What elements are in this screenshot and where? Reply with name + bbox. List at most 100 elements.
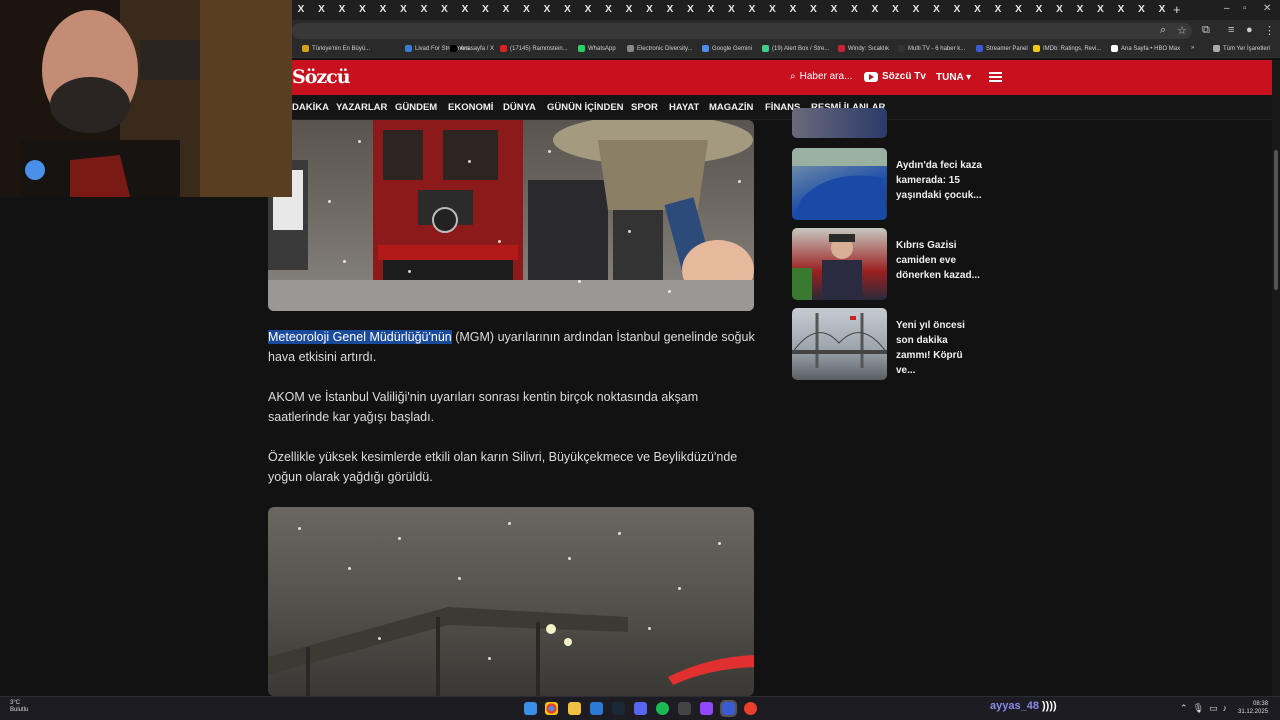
bookmark-item[interactable]: Electronic Diversity... — [627, 45, 693, 52]
bookmark-item[interactable]: Multi TV - 6 haber k... — [898, 45, 965, 52]
bookmark-item[interactable]: (17145) Rammstein... — [500, 45, 568, 52]
file-explorer-icon[interactable] — [568, 702, 581, 715]
browser-tab[interactable]: X — [418, 4, 430, 16]
nav-item[interactable]: SPOR — [631, 102, 658, 113]
bookmark-item[interactable]: (19) Alert Box / Stre... — [762, 45, 829, 52]
browser-tab[interactable]: X — [992, 4, 1004, 16]
browser-tab[interactable]: X — [767, 4, 779, 16]
browser-tab[interactable]: X — [931, 4, 943, 16]
user-menu[interactable]: TUNA ▾ — [936, 72, 971, 83]
bookmark-star-icon[interactable]: ☆ — [1177, 24, 1187, 37]
nav-item[interactable]: DÜNYA — [503, 102, 536, 113]
browser-tab[interactable]: X — [705, 4, 717, 16]
browser-tab[interactable]: X — [869, 4, 881, 16]
streamer-app-icon[interactable] — [720, 700, 737, 717]
browser-tab[interactable]: X — [1156, 4, 1168, 16]
bookmark-item[interactable]: Türkiye'nin En Büyü... — [302, 45, 370, 52]
browser-tab[interactable]: X — [828, 4, 840, 16]
volume-icon[interactable]: ♪ — [1223, 703, 1228, 713]
browser-tab[interactable]: X — [336, 4, 348, 16]
browser-tab[interactable]: X — [1095, 4, 1107, 16]
start-menu-icon[interactable] — [524, 702, 537, 715]
browser-tab[interactable]: X — [459, 4, 471, 16]
site-search[interactable]: ⌕ Haber ara... — [790, 71, 852, 82]
browser-tab[interactable]: X — [644, 4, 656, 16]
browser-tab[interactable]: X — [726, 4, 738, 16]
weather-widget[interactable]: 3°C Bulutlu — [10, 700, 28, 714]
browser-tab[interactable]: X — [972, 4, 984, 16]
steam-icon[interactable] — [612, 702, 625, 715]
browser-tab[interactable]: X — [541, 4, 553, 16]
bookmark-item[interactable]: IMDb: Ratings, Revi... — [1033, 45, 1101, 52]
bookmark-item[interactable]: Google Gemini — [702, 45, 752, 52]
microphone-icon[interactable]: 🎙 — [1193, 703, 1204, 713]
browser-tab[interactable]: X — [1013, 4, 1025, 16]
monitor-icon[interactable]: ▭ — [1209, 703, 1218, 713]
browser-tab[interactable]: X — [685, 4, 697, 16]
bookmark-item[interactable]: Ana Sayfa • HBO Max — [1111, 45, 1180, 52]
browser-tab[interactable]: X — [562, 4, 574, 16]
bookmark-item[interactable]: Tüm Yer İşaretleri — [1213, 45, 1270, 52]
browser-tab[interactable]: X — [500, 4, 512, 16]
menu-kebab-icon[interactable]: ⋮ — [1264, 24, 1275, 37]
bookmark-item[interactable]: WhatsApp — [578, 45, 616, 52]
chrome-profile-icon[interactable] — [744, 702, 757, 715]
browser-tab[interactable]: X — [1054, 4, 1066, 16]
browser-tab[interactable]: X — [439, 4, 451, 16]
edge-icon[interactable] — [590, 702, 603, 715]
minimize-icon[interactable]: – — [1224, 3, 1230, 14]
site-logo[interactable]: Sözcü — [292, 66, 351, 88]
browser-tab[interactable]: X — [295, 4, 307, 16]
address-bar[interactable] — [292, 23, 1192, 39]
browser-tab[interactable]: X — [808, 4, 820, 16]
browser-tab[interactable]: X — [377, 4, 389, 16]
browser-tab[interactable]: X — [521, 4, 533, 16]
discord-icon[interactable] — [634, 702, 647, 715]
bookmark-item[interactable]: Streamer Panel — [976, 45, 1028, 52]
sozcu-tv-link[interactable]: Sözcü Tv — [864, 71, 926, 82]
nav-item[interactable]: EKONOMİ — [448, 102, 493, 113]
browser-tab[interactable]: X — [357, 4, 369, 16]
scrollbar-thumb[interactable] — [1274, 150, 1278, 290]
chevron-up-icon[interactable]: ⌃ — [1180, 703, 1188, 713]
app-icon[interactable] — [678, 702, 691, 715]
nav-item[interactable]: HAYAT — [669, 102, 699, 113]
chrome-icon[interactable] — [545, 702, 558, 715]
zoom-icon[interactable]: ⌕ — [1160, 24, 1166, 37]
spotify-icon[interactable] — [656, 702, 669, 715]
bookmark-item[interactable]: Anasayfa / X — [450, 45, 494, 52]
media-icon[interactable]: ≡ — [1228, 24, 1234, 36]
sidebar-news-item-partial[interactable] — [792, 108, 982, 138]
browser-tab[interactable]: X — [951, 4, 963, 16]
system-tray[interactable]: ⌃ 🎙 ▭ ♪ — [1180, 703, 1227, 714]
browser-tab[interactable]: X — [582, 4, 594, 16]
browser-tab[interactable]: X — [1033, 4, 1045, 16]
browser-tab[interactable]: X — [398, 4, 410, 16]
browser-tab[interactable]: X — [1115, 4, 1127, 16]
extensions-icon[interactable]: ⧉ — [1202, 24, 1210, 37]
nav-item[interactable]: MAGAZİN — [709, 102, 753, 113]
browser-tab[interactable]: X — [316, 4, 328, 16]
browser-tab[interactable]: X — [480, 4, 492, 16]
nav-item[interactable]: GÜNDEM — [395, 102, 437, 113]
browser-tab[interactable]: X — [603, 4, 615, 16]
bookmark-item[interactable]: » — [1191, 45, 1194, 51]
sidebar-news-item[interactable]: Yeni yıl öncesi son dakika zammı! Köprü … — [792, 308, 982, 380]
browser-tab[interactable]: X — [623, 4, 635, 16]
hamburger-menu-icon[interactable] — [989, 72, 1002, 82]
browser-tab[interactable]: X — [890, 4, 902, 16]
sidebar-news-item[interactable]: Aydın'da feci kaza kamerada: 15 yaşındak… — [792, 148, 982, 220]
profile-icon[interactable]: ● — [1246, 24, 1253, 36]
browser-tab[interactable]: X — [849, 4, 861, 16]
browser-tab[interactable]: X — [1136, 4, 1148, 16]
nav-item[interactable]: DAKİKA — [292, 102, 329, 113]
browser-tab[interactable]: X — [664, 4, 676, 16]
bookmark-item[interactable]: Windy: Sıcaklık — [838, 45, 889, 52]
twitch-icon[interactable] — [700, 702, 713, 715]
browser-tab[interactable]: X — [910, 4, 922, 16]
browser-tab[interactable]: X — [746, 4, 758, 16]
page-scrollbar[interactable] — [1272, 60, 1280, 696]
sidebar-news-item[interactable]: Kıbrıs Gazisi camiden eve dönerken kazad… — [792, 228, 982, 300]
new-tab-button[interactable]: + — [1173, 2, 1181, 17]
maximize-icon[interactable]: ▫ — [1243, 3, 1247, 14]
